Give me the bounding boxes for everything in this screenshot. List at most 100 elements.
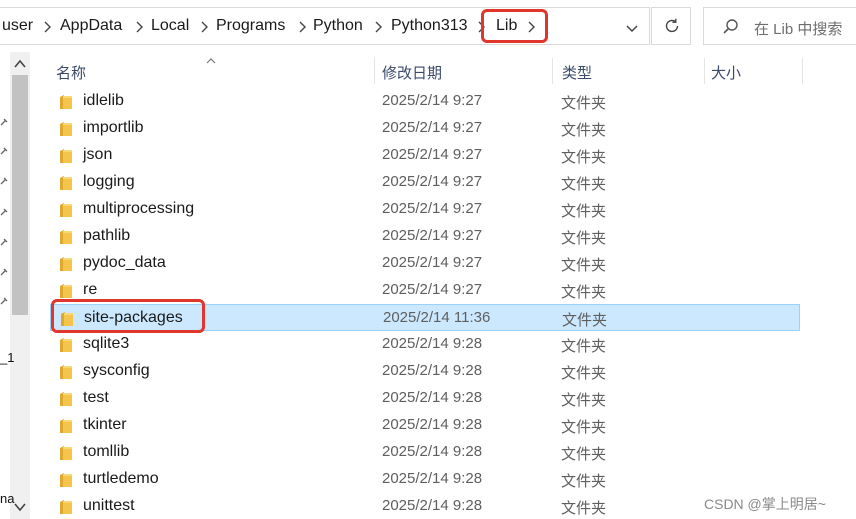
file-modified-date: 2025/2/14 9:27: [382, 227, 483, 244]
file-row[interactable]: pathlib 2025/2/14 9:27 文件夹: [50, 223, 800, 250]
column-header-name-label: 名称: [56, 65, 87, 82]
column-header-modified[interactable]: 修改日期: [382, 58, 552, 86]
file-name[interactable]: importlib: [83, 119, 143, 137]
column-header-size[interactable]: 大小: [711, 58, 801, 86]
file-name[interactable]: unittest: [83, 497, 135, 515]
pin-icon: [0, 172, 8, 185]
file-type: 文件夹: [561, 473, 607, 490]
breadcrumb-item-user[interactable]: user: [2, 17, 33, 35]
scroll-thumb[interactable]: [12, 75, 28, 315]
file-row[interactable]: pydoc_data 2025/2/14 9:27 文件夹: [50, 250, 800, 277]
file-name[interactable]: tomllib: [83, 443, 129, 461]
file-name[interactable]: tkinter: [83, 416, 127, 434]
file-row[interactable]: unittest 2025/2/14 9:28 文件夹: [50, 493, 800, 519]
file-name[interactable]: json: [83, 146, 112, 164]
file-name[interactable]: multiprocessing: [83, 200, 194, 218]
chevron-right-icon[interactable]: [136, 17, 144, 37]
scroll-up-button[interactable]: [10, 55, 30, 73]
file-modified-date: 2025/2/14 9:28: [382, 389, 483, 406]
file-type: 文件夹: [561, 365, 607, 382]
file-row[interactable]: idlelib 2025/2/14 9:27 文件夹: [50, 88, 800, 115]
refresh-button[interactable]: [651, 7, 691, 45]
file-name[interactable]: site-packages: [84, 309, 183, 327]
chevron-right-icon[interactable]: [528, 17, 536, 37]
file-type: 文件夹: [561, 338, 607, 355]
file-name[interactable]: re: [83, 281, 97, 299]
column-header-type[interactable]: 类型: [562, 58, 702, 86]
column-divider[interactable]: [552, 58, 553, 84]
refresh-icon: [663, 17, 681, 40]
folder-icon: [59, 391, 73, 412]
file-type: 文件夹: [561, 500, 607, 517]
file-name[interactable]: turtledemo: [83, 470, 159, 488]
file-row[interactable]: sysconfig 2025/2/14 9:28 文件夹: [50, 358, 800, 385]
breadcrumb-item-python313[interactable]: Python313: [391, 17, 468, 35]
file-type: 文件夹: [561, 149, 607, 166]
breadcrumb-item-python[interactable]: Python: [313, 17, 363, 35]
search-placeholder: 在 Lib 中搜索: [754, 21, 843, 38]
file-modified-date: 2025/2/14 9:27: [382, 200, 483, 217]
file-name[interactable]: test: [83, 389, 109, 407]
file-name[interactable]: idlelib: [83, 92, 124, 110]
file-modified-date: 2025/2/14 9:27: [382, 92, 483, 109]
folder-icon: [59, 148, 73, 169]
watermark-text: CSDN @掌上明居~: [704, 496, 826, 512]
breadcrumb-item-local[interactable]: Local: [151, 17, 189, 35]
chevron-right-icon[interactable]: [201, 17, 209, 37]
file-modified-date: 2025/2/14 9:27: [382, 254, 483, 271]
breadcrumb-item-appdata[interactable]: AppData: [60, 17, 122, 35]
file-type: 文件夹: [561, 203, 607, 220]
file-name[interactable]: pathlib: [83, 227, 130, 245]
column-header-modified-label: 修改日期: [382, 65, 443, 82]
file-name[interactable]: logging: [83, 173, 135, 191]
file-modified-date: 2025/2/14 9:28: [382, 335, 483, 352]
file-name[interactable]: pydoc_data: [83, 254, 166, 272]
file-row[interactable]: test 2025/2/14 9:28 文件夹: [50, 385, 800, 412]
file-modified-date: 2025/2/14 9:27: [382, 173, 483, 190]
breadcrumb-item-programs[interactable]: Programs: [216, 17, 285, 35]
address-bar: user AppData Local Programs Python Pytho…: [0, 0, 856, 52]
file-row[interactable]: turtledemo 2025/2/14 9:28 文件夹: [50, 466, 800, 493]
pin-icon: [0, 113, 8, 126]
file-row[interactable]: importlib 2025/2/14 9:27 文件夹: [50, 115, 800, 142]
folder-icon: [59, 337, 73, 358]
breadcrumb-item-lib[interactable]: Lib: [496, 17, 517, 35]
column-divider[interactable]: [374, 58, 375, 84]
file-type: 文件夹: [561, 257, 607, 274]
column-divider[interactable]: [802, 58, 803, 84]
file-row[interactable]: tomllib 2025/2/14 9:28 文件夹: [50, 439, 800, 466]
breadcrumb[interactable]: user AppData Local Programs Python Pytho…: [0, 7, 650, 45]
file-type: 文件夹: [562, 312, 608, 329]
file-name[interactable]: sqlite3: [83, 335, 129, 353]
file-row[interactable]: json 2025/2/14 9:27 文件夹: [50, 142, 800, 169]
file-type: 文件夹: [561, 176, 607, 193]
chevron-right-icon[interactable]: [375, 17, 383, 37]
chevron-right-icon[interactable]: [299, 17, 307, 37]
file-row[interactable]: multiprocessing 2025/2/14 9:27 文件夹: [50, 196, 800, 223]
nav-item-stub[interactable]: na: [0, 491, 14, 506]
file-row[interactable]: tkinter 2025/2/14 9:28 文件夹: [50, 412, 800, 439]
file-type: 文件夹: [561, 230, 607, 247]
pin-icon: [0, 203, 8, 216]
file-name[interactable]: sysconfig: [83, 362, 150, 380]
column-divider[interactable]: [704, 58, 705, 84]
chevron-right-icon[interactable]: [44, 17, 52, 37]
chevron-right-icon[interactable]: [478, 17, 486, 37]
folder-icon: [59, 256, 73, 277]
file-row[interactable]: logging 2025/2/14 9:27 文件夹: [50, 169, 800, 196]
address-history-button[interactable]: [614, 7, 650, 45]
column-header-type-label: 类型: [562, 65, 593, 82]
file-modified-date: 2025/2/14 11:36: [383, 309, 491, 326]
file-modified-date: 2025/2/14 9:27: [382, 119, 483, 136]
folder-icon: [59, 445, 73, 466]
file-row[interactable]: site-packages 2025/2/14 11:36 文件夹: [50, 304, 800, 331]
nav-item-stub[interactable]: _1: [0, 350, 14, 365]
folder-icon: [59, 364, 73, 385]
search-input[interactable]: 在 Lib 中搜索: [703, 7, 856, 45]
folder-icon: [59, 283, 73, 304]
file-row[interactable]: sqlite3 2025/2/14 9:28 文件夹: [50, 331, 800, 358]
file-row[interactable]: re 2025/2/14 9:27 文件夹: [50, 277, 800, 304]
column-header-name[interactable]: 名称: [56, 58, 374, 86]
folder-icon: [59, 94, 73, 115]
folder-icon: [59, 418, 73, 439]
